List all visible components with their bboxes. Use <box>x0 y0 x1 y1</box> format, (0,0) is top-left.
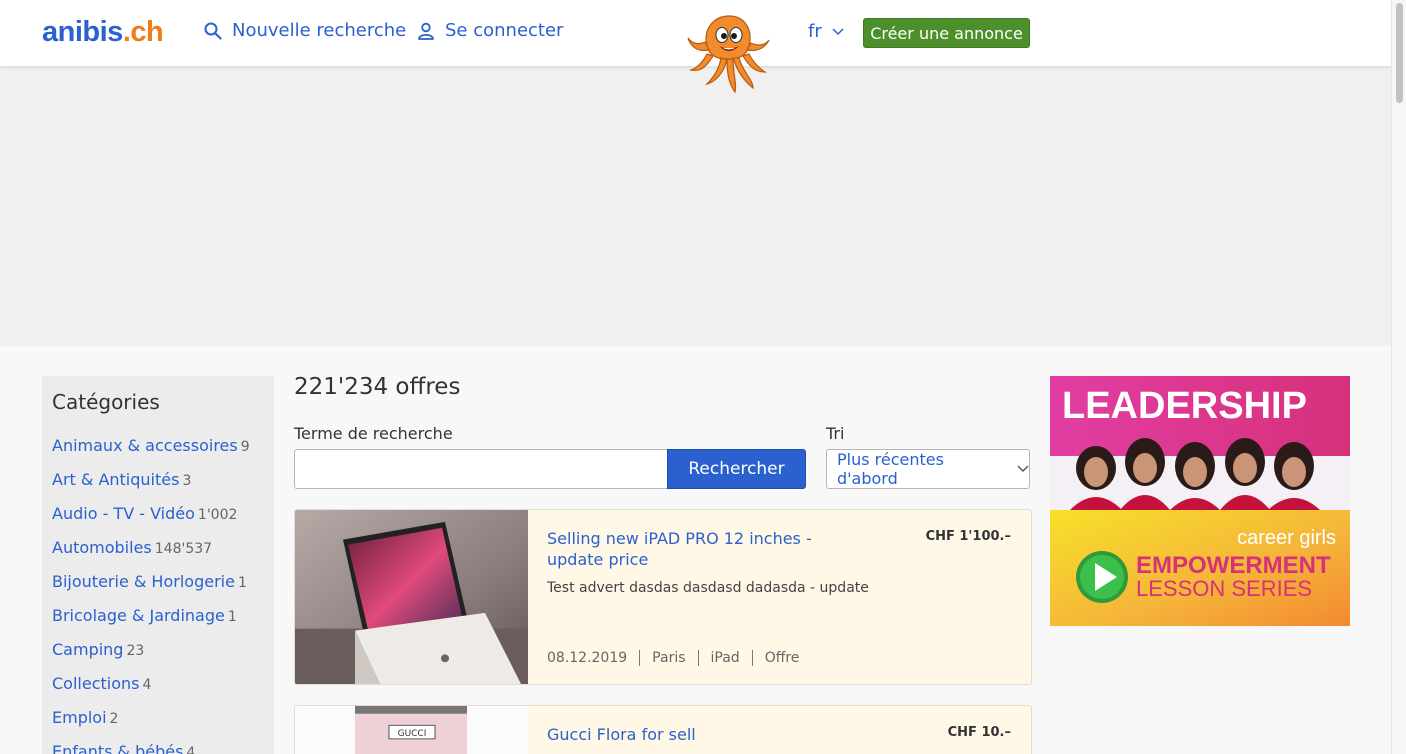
logo-tld: .ch <box>122 16 164 48</box>
chevron-down-icon <box>832 27 844 35</box>
category-item-automobiles[interactable]: Automobiles 148'537 <box>52 538 264 572</box>
listing-card[interactable]: GUCCI Gucci Flora for sell CHF 10.– <box>294 705 1032 754</box>
page-scrollbar[interactable] <box>1391 0 1406 754</box>
category-count: 4 <box>142 677 152 693</box>
svg-text:GUCCI: GUCCI <box>398 729 427 739</box>
sort-value: Plus récentes d'abord <box>837 450 944 488</box>
listing-meta: 08.12.2019 Paris iPad Offre <box>547 650 811 666</box>
sort-select[interactable]: Plus récentes d'abord <box>826 449 1030 489</box>
listing-thumbnail-ipad[interactable] <box>295 510 528 684</box>
category-count: 9 <box>240 439 250 455</box>
login-link[interactable]: Se connecter <box>416 20 563 41</box>
anibis-logo[interactable]: anibis.ch <box>42 16 164 49</box>
listing-category: iPad <box>697 650 752 666</box>
category-label: Collections <box>52 674 140 693</box>
language-label: fr <box>808 21 822 42</box>
category-label: Animaux & accessoires <box>52 436 238 455</box>
category-item-camping[interactable]: Camping 23 <box>52 640 264 674</box>
category-label: Audio - TV - Vidéo <box>52 504 195 523</box>
category-label: Bricolage & Jardinage <box>52 606 225 625</box>
login-label: Se connecter <box>445 20 564 41</box>
listing-date: 08.12.2019 <box>547 650 628 666</box>
top-ad-banner <box>0 66 1391 346</box>
category-count: 23 <box>126 643 145 659</box>
listing-type: Offre <box>751 650 812 666</box>
category-count: 1 <box>227 609 237 625</box>
category-label: Emploi <box>52 708 107 727</box>
ad-people-photo <box>1050 438 1350 510</box>
scrollbar-thumb[interactable] <box>1396 3 1403 103</box>
search-input[interactable] <box>294 449 668 489</box>
category-count: 2 <box>109 711 119 727</box>
category-item-audio-tv-video[interactable]: Audio - TV - Vidéo 1'002 <box>52 504 264 538</box>
octopus-mascot-icon[interactable] <box>683 8 775 96</box>
category-item-bijouterie[interactable]: Bijouterie & Horlogerie 1 <box>52 572 264 606</box>
category-label: Automobiles <box>52 538 152 557</box>
listing-description: Test advert dasdas dasdasd dadasda - upd… <box>547 580 869 596</box>
category-item-emploi[interactable]: Emploi 2 <box>52 708 264 742</box>
new-search-link[interactable]: Nouvelle recherche <box>203 20 406 41</box>
category-item-animaux[interactable]: Animaux & accessoires 9 <box>52 436 264 470</box>
results-count-title: 221'234 offres <box>294 374 461 400</box>
ad-brand: career girls <box>1237 527 1336 549</box>
category-label: Enfants & bébés <box>52 742 184 754</box>
ad-line2: LESSON SERIES <box>1136 576 1312 601</box>
create-ad-button[interactable]: Créer une annonce <box>863 18 1030 48</box>
category-count: 1 <box>237 575 247 591</box>
chevron-down-icon <box>1017 465 1029 472</box>
category-label: Bijouterie & Horlogerie <box>52 572 235 591</box>
listing-price: CHF 10.– <box>947 725 1011 740</box>
new-search-label: Nouvelle recherche <box>232 20 407 41</box>
search-term-label: Terme de recherche <box>294 424 453 443</box>
search-button[interactable]: Rechercher <box>667 449 806 489</box>
category-count: 148'537 <box>154 541 213 557</box>
category-item-art[interactable]: Art & Antiquités 3 <box>52 470 264 504</box>
ad-headline: LEADERSHIP <box>1062 385 1307 427</box>
category-label: Camping <box>52 640 124 659</box>
category-count: 1'002 <box>197 507 238 523</box>
listing-card[interactable]: Selling new iPAD PRO 12 inches - update … <box>294 509 1032 685</box>
search-icon <box>204 22 222 40</box>
category-sidebar: Catégories Animaux & accessoires 9 Art & … <box>42 376 274 754</box>
category-label: Art & Antiquités <box>52 470 180 489</box>
category-item-bricolage[interactable]: Bricolage & Jardinage 1 <box>52 606 264 640</box>
logo-text: anibis <box>42 16 123 48</box>
listing-thumbnail-perfume[interactable]: GUCCI <box>295 706 528 754</box>
listing-price: CHF 1'100.– <box>925 529 1011 544</box>
language-selector[interactable]: fr <box>808 21 844 42</box>
leadership-ad[interactable]: LEADERSHIP career girls EMPOWERMENT LESS… <box>1050 376 1350 626</box>
user-icon <box>418 22 434 40</box>
listing-location: Paris <box>639 650 697 666</box>
sort-label: Tri <box>826 424 845 443</box>
category-item-collections[interactable]: Collections 4 <box>52 674 264 708</box>
listing-title[interactable]: Selling new iPAD PRO 12 inches - update … <box>547 528 827 570</box>
category-item-enfants[interactable]: Enfants & bébés 4 <box>52 742 264 754</box>
ad-line1: EMPOWERMENT <box>1136 552 1331 579</box>
category-count: 3 <box>182 473 192 489</box>
sidebar-title: Catégories <box>52 390 160 414</box>
category-count: 4 <box>186 745 196 754</box>
listing-title[interactable]: Gucci Flora for sell <box>547 724 827 745</box>
